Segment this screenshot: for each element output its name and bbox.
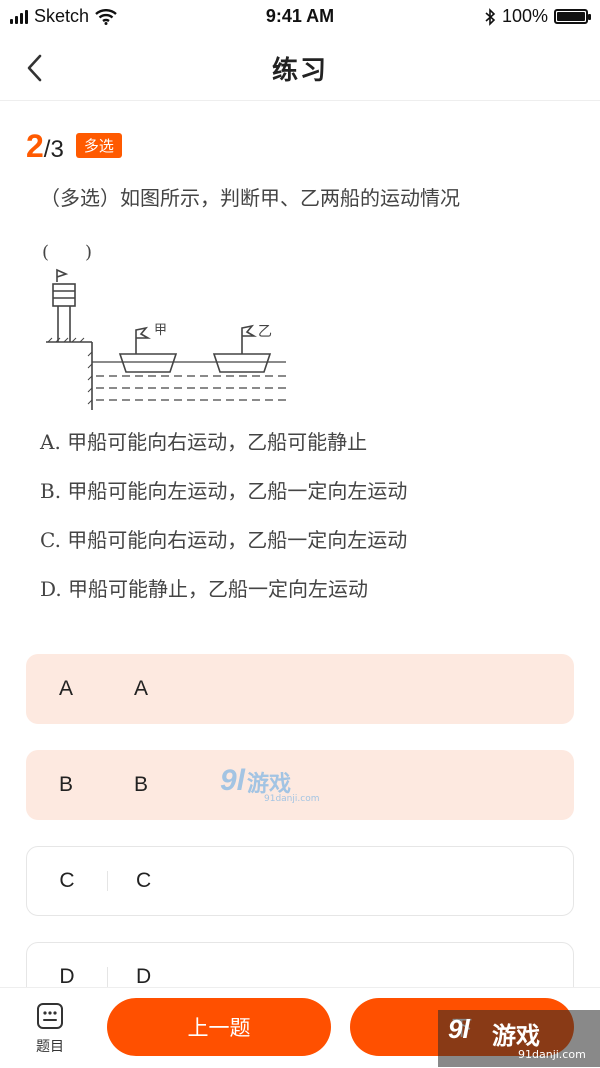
watermark: 9l 游戏 91danji.com <box>220 764 319 804</box>
answer-text: D <box>136 965 152 988</box>
boat-yi-label: 乙 <box>258 324 272 340</box>
battery-percent: 100% <box>501 6 548 26</box>
question-stem: （多选）如图所示，判断甲、乙两船的运动情况 <box>40 186 460 210</box>
answer-text: B <box>134 773 149 796</box>
answer-letter: C <box>59 869 75 892</box>
answer-option-a[interactable]: A A <box>26 654 574 724</box>
battery-fill <box>557 12 585 21</box>
answer-option-c[interactable]: C C <box>26 846 574 916</box>
corner-watermark: 9l 游戏 91danji.com <box>438 1010 600 1067</box>
question-header: 2 /3 多选 <box>26 128 122 165</box>
corner-watermark-logo: 9l <box>448 1014 470 1044</box>
nav-bar: 练习 <box>0 34 600 101</box>
answer-text: A <box>134 677 149 700</box>
status-right: 100% <box>484 6 591 27</box>
question-list-label: 题目 <box>36 1039 64 1055</box>
answer-text: C <box>136 869 152 892</box>
prev-question-button[interactable]: 上一题 <box>107 998 331 1056</box>
question-total: /3 <box>43 136 64 163</box>
boat-jia-label: 甲 <box>154 323 167 338</box>
answer-divider <box>107 871 108 891</box>
option-b-text: B. 甲船可能向左运动，乙船一定向左运动 <box>40 479 408 503</box>
question-figure: 甲 乙 <box>46 268 286 410</box>
bluetooth-icon <box>485 7 496 26</box>
corner-watermark-brand: 游戏 <box>492 1022 540 1050</box>
answer-option-b[interactable]: B B <box>26 750 574 820</box>
option-d-text: D. 甲船可能静止，乙船一定向左运动 <box>40 577 369 601</box>
option-a-text: A. 甲船可能向右运动，乙船可能静止 <box>40 430 368 454</box>
corner-watermark-url: 91danji.com <box>518 1048 586 1061</box>
question-options: A. 甲船可能向右运动，乙船可能静止 B. 甲船可能向左运动，乙船一定向左运动 … <box>40 428 407 624</box>
page-title: 练习 <box>271 56 328 86</box>
answer-divider <box>107 967 108 987</box>
question-list-icon <box>37 1003 63 1029</box>
watermark-url: 91danji.com <box>264 794 320 804</box>
question-type-badge: 多选 <box>75 133 122 158</box>
question-index: 2 <box>26 128 44 164</box>
answer-letter: B <box>58 773 73 796</box>
answer-letter: D <box>59 965 75 988</box>
option-c-text: C. 甲船可能向右运动，乙船一定向左运动 <box>40 528 408 552</box>
status-bar: Sketch 9:41 AM 100% <box>0 0 600 34</box>
answer-letter: A <box>58 677 73 700</box>
question-blank: ( ) <box>42 242 93 263</box>
question-list-tab[interactable]: 题目 <box>22 1002 78 1056</box>
watermark-logo: 9l <box>220 764 246 797</box>
battery-icon <box>554 9 591 24</box>
